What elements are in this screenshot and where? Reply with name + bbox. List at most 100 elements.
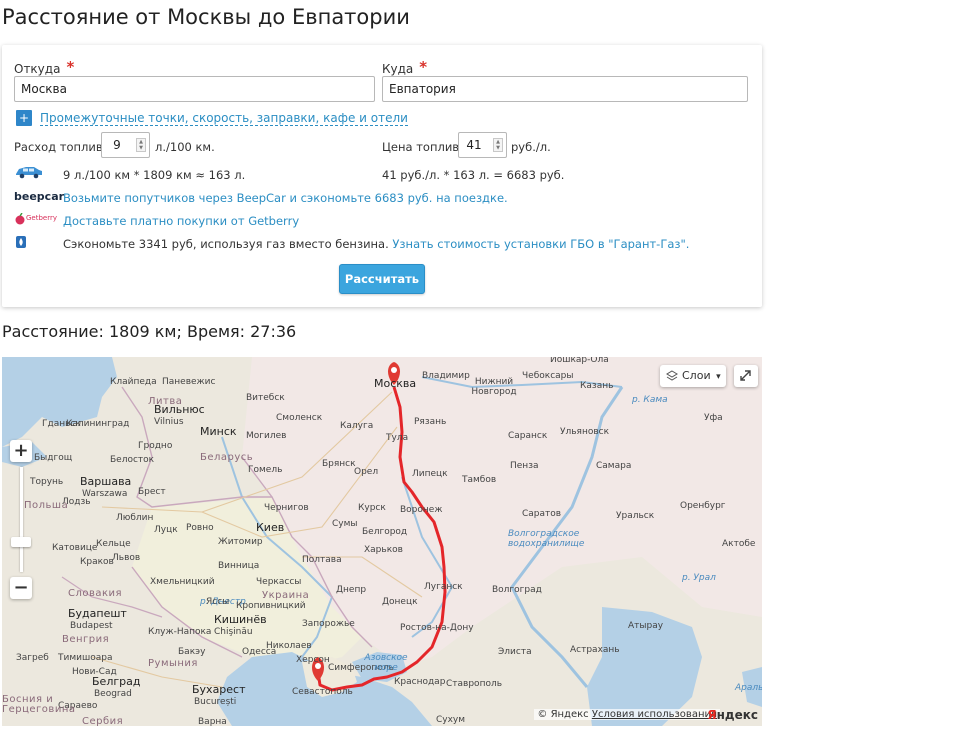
from-input[interactable] — [14, 76, 375, 102]
map-label: Йошкар-Ола — [550, 357, 609, 365]
map-label: Донецк — [382, 597, 418, 607]
map-label: Орел — [354, 467, 379, 477]
map-label: Венгрия — [62, 634, 110, 645]
consumption-unit: л./100 км. — [155, 140, 215, 154]
map-label: Харьков — [364, 545, 403, 555]
map-label: Chişinău — [214, 627, 253, 637]
map-label: Винница — [218, 561, 260, 571]
map-label: Бухарест — [192, 683, 246, 696]
map-label: Гданьск — [42, 419, 81, 429]
map-label: Атырау — [628, 621, 664, 631]
getberry-logo: Getberry — [14, 212, 58, 226]
map-label: Ульяновск — [560, 427, 610, 437]
map-label: Тула — [386, 433, 409, 443]
map-label: Москва — [374, 377, 417, 390]
map-label: Нижний Новгород — [471, 377, 517, 397]
map-label: р. Урал — [682, 573, 716, 583]
map-label: Черкассы — [256, 577, 302, 587]
map-label: Budapest — [70, 621, 113, 631]
map-label: Запорожье — [302, 619, 355, 629]
map-label: Волгоград — [492, 585, 542, 595]
map-label: Житомир — [218, 537, 263, 547]
map-label: Vilnius — [154, 417, 184, 427]
map-label: Торунь — [30, 477, 64, 487]
price-unit: руб./л. — [511, 140, 551, 154]
map-layers-button[interactable]: Слои ▾ — [660, 365, 726, 387]
price-stepper[interactable]: 41 ▲ ▼ — [458, 132, 507, 158]
map-label: Сухум — [436, 715, 466, 725]
route-map[interactable]: Москва Владимир Нижний Новгород Чебоксар… — [2, 357, 762, 726]
map-label: Катовице — [52, 543, 98, 553]
map-label: Брест — [138, 487, 166, 497]
map-label: Румыния — [148, 658, 198, 669]
map-label: Сумы — [332, 519, 358, 529]
map-label: Рязань — [414, 417, 447, 427]
map-label: Кельце — [96, 539, 131, 549]
expand-icon — [740, 370, 751, 381]
beepcar-link[interactable]: Возьмите попутчиков через BeepCar и сэко… — [63, 191, 508, 205]
fuel-volume-calc: 9 л./100 км * 1809 км ≈ 163 л. — [63, 168, 246, 182]
map-label: București — [194, 697, 237, 707]
map-label: Липецк — [412, 469, 448, 479]
consumption-stepper[interactable]: 9 ▲ ▼ — [101, 132, 150, 158]
getberry-brand: Getberry — [26, 214, 58, 222]
gas-savings-value: Сэкономьте 3341 руб, используя газ вмест… — [63, 237, 389, 251]
map-label: Лодзь — [62, 497, 91, 507]
map-label: Ростов-на-Дону — [400, 623, 474, 633]
copyright-text: © Яндекс — [537, 709, 589, 720]
layers-icon — [666, 370, 678, 381]
zoom-slider[interactable] — [20, 467, 23, 572]
map-label: Гродно — [138, 441, 173, 451]
map-label: Актобе — [722, 539, 756, 549]
map-label: Киев — [256, 521, 285, 534]
route-result: Расстояние: 1809 км; Время: 27:36 — [2, 322, 297, 341]
map-label: Пенза — [510, 461, 539, 471]
map-copyright: © Яндекс Условия использования — [534, 709, 720, 720]
map-label: Белосток — [110, 455, 155, 465]
map-label: Ставрополь — [446, 679, 503, 689]
add-waypoints-button[interactable]: + — [16, 110, 32, 126]
map-label: Днепр — [336, 585, 367, 595]
map-label: Азовское море — [364, 653, 408, 673]
map-label: Луцк — [154, 525, 178, 535]
to-input[interactable] — [382, 76, 748, 102]
map-label: Нови-Сад — [72, 667, 117, 677]
waypoints-link[interactable]: Промежуточные точки, скорость, заправки,… — [40, 111, 408, 126]
map-label: р. Кама — [632, 395, 668, 405]
fullscreen-button[interactable] — [734, 365, 758, 387]
map-label: Сербия — [82, 716, 124, 727]
terms-link[interactable]: Условия использования — [592, 709, 717, 720]
map-label: Клуж-Напока — [148, 627, 212, 637]
arrow-down-icon[interactable]: ▼ — [137, 145, 145, 151]
fuel-cost-calc: 41 руб./л. * 163 л. = 6683 руб. — [382, 168, 565, 182]
map-label: Уральск — [616, 511, 655, 521]
map-label: Белгород — [362, 527, 408, 537]
map-label: Клайпеда — [110, 377, 157, 387]
map-label: Чебоксары — [522, 371, 574, 381]
yandex-logo[interactable]: Яндекс — [707, 708, 758, 722]
stepper-arrows[interactable]: ▲ ▼ — [136, 138, 146, 152]
map-label: Полтава — [302, 555, 342, 565]
map-label: Саранск — [508, 431, 548, 441]
arrow-down-icon[interactable]: ▼ — [494, 145, 502, 151]
map-label: Курск — [358, 503, 386, 513]
map-label: Будапешт — [68, 607, 127, 620]
zoom-out-button[interactable]: − — [10, 577, 32, 599]
map-label: Бакэу — [178, 647, 206, 657]
zoom-slider-handle[interactable] — [11, 537, 31, 547]
map-label: Оренбург — [680, 501, 726, 511]
stepper-arrows[interactable]: ▲ ▼ — [493, 138, 503, 152]
map-label: Смоленск — [276, 413, 323, 423]
zoom-in-button[interactable]: + — [10, 440, 32, 462]
map-label: Краков — [80, 557, 114, 567]
required-mark: * — [66, 58, 75, 76]
map-label: Самара — [596, 461, 632, 471]
map-label: Одесса — [242, 647, 277, 657]
getberry-link[interactable]: Доставьте платно покупки от Getberry — [63, 214, 299, 228]
map-label: Краснодар — [394, 677, 446, 687]
gas-install-link[interactable]: Узнать стоимость установки ГБО в "Гарант… — [392, 237, 689, 251]
price-label: Цена топлива — [382, 140, 467, 154]
map-label: Брянск — [322, 459, 356, 469]
map-label: Воронеж — [400, 505, 443, 515]
calculate-button[interactable]: Рассчитать — [339, 264, 425, 294]
